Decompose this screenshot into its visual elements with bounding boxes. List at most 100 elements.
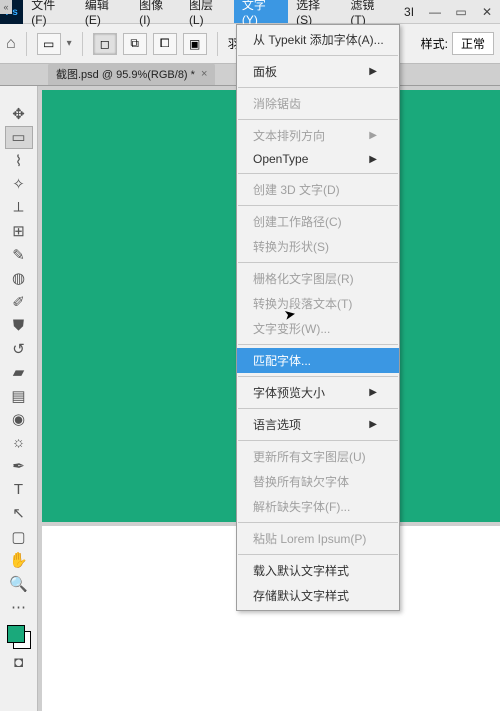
menu-item[interactable]: 编辑(E) xyxy=(77,0,131,23)
menu-item[interactable]: 3I xyxy=(396,0,422,23)
blur-tool-icon[interactable]: ◉ xyxy=(5,408,33,432)
move-tool-icon[interactable]: ✥ xyxy=(5,102,33,126)
selection-intersect-icon[interactable]: ▣ xyxy=(183,33,207,55)
path-select-icon[interactable]: ↖ xyxy=(5,502,33,526)
chevron-down-icon[interactable]: ▾ xyxy=(67,38,72,49)
style-label: 样式: xyxy=(421,35,448,52)
selection-subtract-icon[interactable]: ⧠ xyxy=(153,33,177,55)
submenu-arrow-icon: ▶ xyxy=(369,130,377,141)
document-tab[interactable]: 截图.psd @ 95.9%(RGB/8) * × xyxy=(48,63,215,85)
mouse-cursor-icon: ➤ xyxy=(283,305,298,324)
menu-entry-label: 栅格化文字图层(R) xyxy=(253,270,354,287)
minimize-button[interactable]: — xyxy=(422,0,448,23)
marquee-rect-icon[interactable]: ▭ xyxy=(37,33,61,55)
menu-entry-label: 从 Typekit 添加字体(A)... xyxy=(253,31,384,48)
menu-entry-label: 匹配字体... xyxy=(253,352,311,369)
close-button[interactable]: ✕ xyxy=(474,0,500,23)
frame-tool-icon[interactable]: ⊞ xyxy=(5,220,33,244)
menu-entry-label: 粘贴 Lorem Ipsum(P) xyxy=(253,530,366,547)
wand-tool-icon[interactable]: ✧ xyxy=(5,173,33,197)
submenu-arrow-icon: ▶ xyxy=(369,154,377,165)
menu-entry-label: 字体预览大小 xyxy=(253,384,325,401)
menu-entry[interactable]: 面板 ▶ xyxy=(237,59,399,84)
menu-entry-label: 面板 xyxy=(253,63,277,80)
menu-entry-label: 存储默认文字样式 xyxy=(253,587,349,604)
edit-toolbar-icon[interactable]: ⋯ xyxy=(5,596,33,620)
submenu-arrow-icon: ▶ xyxy=(369,66,377,77)
selection-add-icon[interactable]: ⧉ xyxy=(123,33,147,55)
quickmask-icon[interactable]: ◘ xyxy=(5,651,33,675)
menu-item[interactable]: 图层(L) xyxy=(181,0,234,23)
history-brush-icon[interactable]: ↺ xyxy=(5,337,33,361)
maximize-button[interactable]: ▭ xyxy=(448,0,474,23)
menu-entry[interactable]: OpenType ▶ xyxy=(237,148,399,170)
eraser-tool-icon[interactable]: ▰ xyxy=(5,361,33,385)
lasso-tool-icon[interactable]: ⌇ xyxy=(5,149,33,173)
collapse-handle[interactable]: « xyxy=(0,0,12,14)
menu-entry-label: 更新所有文字图层(U) xyxy=(253,448,366,465)
menu-separator xyxy=(238,119,398,120)
menu-entry[interactable]: 载入默认文字样式 xyxy=(237,558,399,583)
marquee-tool-icon[interactable]: ▭ xyxy=(5,126,33,150)
submenu-arrow-icon: ▶ xyxy=(369,419,377,430)
style-select[interactable]: 正常 xyxy=(452,32,494,55)
tool-column: « ✥ ▭ ⌇ ✧ ⟂ ⊞ ✎ ◍ ✐ ⛊ ↺ ▰ ▤ ◉ ☼ ✒ T ↖ ▢ … xyxy=(0,86,38,711)
menu-entry: 消除锯齿 xyxy=(237,91,399,116)
menu-entry[interactable]: 语言选项 ▶ xyxy=(237,412,399,437)
menu-entry: 栅格化文字图层(R) xyxy=(237,266,399,291)
menu-item[interactable]: 滤镜(T) xyxy=(342,0,396,23)
brush-tool-icon[interactable]: ✐ xyxy=(5,290,33,314)
color-swatches[interactable] xyxy=(5,623,33,651)
menu-entry-label: 解析缺失字体(F)... xyxy=(253,498,350,515)
menu-item[interactable]: 文字(Y) xyxy=(234,0,288,23)
menu-entry-label: 创建工作路径(C) xyxy=(253,213,342,230)
close-icon[interactable]: × xyxy=(201,68,207,80)
type-menu-dropdown: 从 Typekit 添加字体(A)...面板▶消除锯齿文本排列方向▶OpenTy… xyxy=(236,24,400,611)
selection-new-icon[interactable]: ◻ xyxy=(93,33,117,55)
shape-tool-icon[interactable]: ▢ xyxy=(5,525,33,549)
menu-separator xyxy=(238,554,398,555)
eyedropper-tool-icon[interactable]: ✎ xyxy=(5,243,33,267)
menu-entry-label: 转换为形状(S) xyxy=(253,238,329,255)
menu-separator xyxy=(238,440,398,441)
menu-item[interactable]: 文件(F) xyxy=(23,0,77,23)
menu-entry-label: 语言选项 xyxy=(253,416,301,433)
foreground-swatch[interactable] xyxy=(7,625,25,643)
menu-entry[interactable]: 匹配字体... xyxy=(237,348,399,373)
stamp-tool-icon[interactable]: ⛊ xyxy=(5,314,33,338)
hand-tool-icon[interactable]: ✋ xyxy=(5,549,33,573)
menu-entry-label: 替换所有缺欠字体 xyxy=(253,473,349,490)
menu-separator xyxy=(238,173,398,174)
type-tool-icon[interactable]: T xyxy=(5,478,33,502)
menu-separator xyxy=(238,522,398,523)
menu-entry: 创建 3D 文字(D) xyxy=(237,177,399,202)
menu-entry: 转换为段落文本(T) xyxy=(237,291,399,316)
submenu-arrow-icon: ▶ xyxy=(369,387,377,398)
menu-entry-label: OpenType xyxy=(253,152,308,166)
menu-entry: 粘贴 Lorem Ipsum(P) xyxy=(237,526,399,551)
menu-separator xyxy=(238,205,398,206)
menu-separator xyxy=(238,55,398,56)
menubar: Ps 文件(F)编辑(E)图像(I)图层(L)文字(Y)选择(S)滤镜(T)3I… xyxy=(0,0,500,24)
gradient-tool-icon[interactable]: ▤ xyxy=(5,384,33,408)
menu-entry: 转换为形状(S) xyxy=(237,234,399,259)
window-controls: — ▭ ✕ xyxy=(422,0,500,23)
healing-tool-icon[interactable]: ◍ xyxy=(5,267,33,291)
pen-tool-icon[interactable]: ✒ xyxy=(5,455,33,479)
menu-entry[interactable]: 从 Typekit 添加字体(A)... xyxy=(237,27,399,52)
crop-tool-icon[interactable]: ⟂ xyxy=(5,196,33,220)
dodge-tool-icon[interactable]: ☼ xyxy=(5,431,33,455)
document-tab-label: 截图.psd @ 95.9%(RGB/8) * xyxy=(56,66,195,82)
menu-entry[interactable]: 字体预览大小 ▶ xyxy=(237,380,399,405)
menu-entry-label: 载入默认文字样式 xyxy=(253,562,349,579)
menu-item[interactable]: 选择(S) xyxy=(288,0,342,23)
menu-entry-label: 文本排列方向 xyxy=(253,127,325,144)
menu-entry: 文本排列方向 ▶ xyxy=(237,123,399,148)
zoom-tool-icon[interactable]: 🔍 xyxy=(5,572,33,596)
menu-separator xyxy=(238,376,398,377)
menu-entry-label: 转换为段落文本(T) xyxy=(253,295,352,312)
menu-item[interactable]: 图像(I) xyxy=(131,0,181,23)
menu-entry: 更新所有文字图层(U) xyxy=(237,444,399,469)
menu-entry[interactable]: 存储默认文字样式 xyxy=(237,583,399,608)
home-icon[interactable]: ⌂ xyxy=(6,35,16,53)
